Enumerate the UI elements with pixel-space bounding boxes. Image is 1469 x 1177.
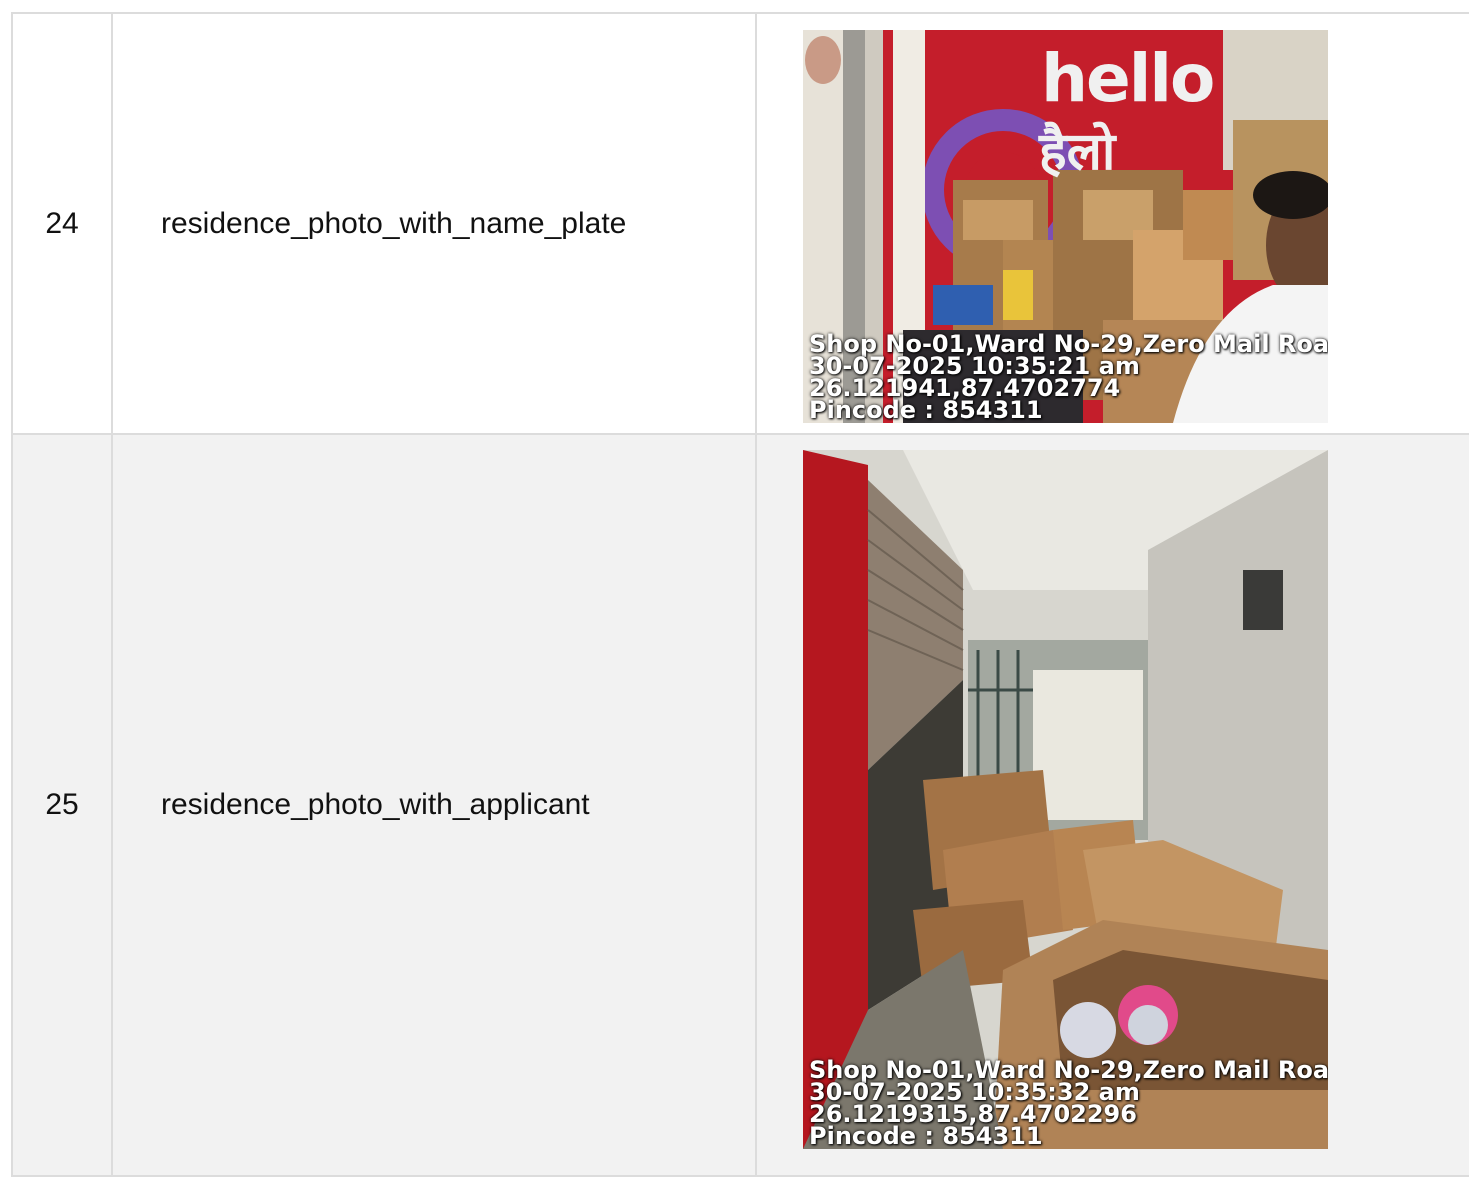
sign-text-hindi: हैलो [1039, 122, 1116, 182]
document-name: residence_photo_with_name_plate [113, 14, 757, 433]
photo-cell: Shop No-01,Ward No-29,Zero Mail Road,Ara… [757, 435, 1469, 1175]
overlay-pincode: Pincode : 854311 [809, 1122, 1043, 1149]
overlay-pincode: Pincode : 854311 [809, 396, 1043, 423]
document-name: residence_photo_with_applicant [113, 435, 757, 1175]
photo-scene [803, 450, 1328, 1149]
residence-photo-name-plate[interactable]: hello हैलो Shop No-01,Ward No-29,Zero Ma… [803, 30, 1328, 423]
table-row: 25 residence_photo_with_applicant Shop N… [13, 435, 1469, 1177]
residence-photo-applicant[interactable]: Shop No-01,Ward No-29,Zero Mail Road,Ara… [803, 450, 1328, 1149]
photo-cell: hello हैलो Shop No-01,Ward No-29,Zero Ma… [757, 14, 1469, 433]
row-number: 24 [13, 14, 113, 433]
sign-text-english: hello [1041, 40, 1215, 117]
photo-geotag-overlay: Shop No-01,Ward No-29,Zero Mail Road,Ara… [809, 1058, 1328, 1149]
table-row: 24 residence_photo_with_name_plate hello… [13, 14, 1469, 435]
row-number: 25 [13, 435, 113, 1175]
photo-geotag-overlay: Shop No-01,Ward No-29,Zero Mail Road,Ara… [809, 332, 1328, 423]
document-table: 24 residence_photo_with_name_plate hello… [11, 12, 1469, 1177]
